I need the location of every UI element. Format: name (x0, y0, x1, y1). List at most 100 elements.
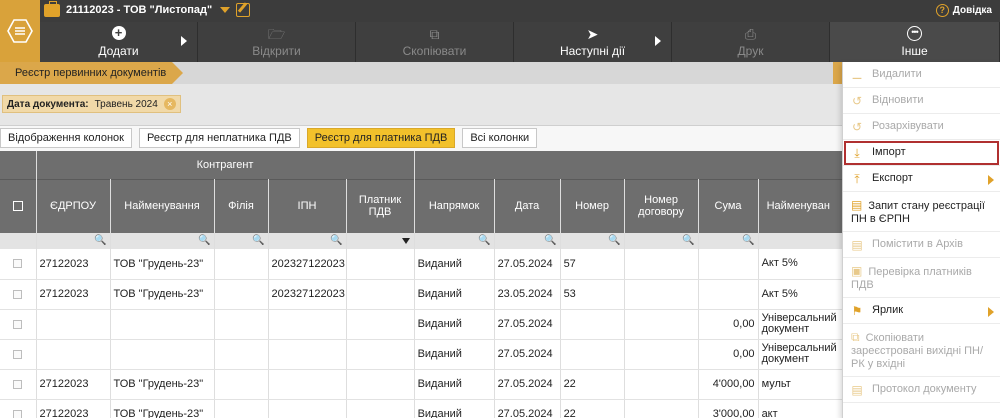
table-cell: 27122023 (36, 399, 111, 418)
view-button-columns[interactable]: Відображення колонок (0, 128, 132, 148)
open-label: Відкрити (252, 44, 301, 58)
col-header[interactable]: Платник ПДВ (346, 178, 415, 233)
table-cell: ТОВ "Грудень-23" (110, 249, 215, 280)
col-header[interactable]: Найменування (110, 178, 215, 233)
table-row[interactable]: 27122023 ТОВ "Грудень-23" Виданий 27.05.202… (0, 399, 843, 418)
menu-item-tag[interactable]: ⚑ Ярлик (843, 298, 1000, 324)
menu-item-check-payers[interactable]: ▣ Перевірка платників ПДВ (843, 258, 1000, 298)
menu-item-delete[interactable]: ⚊ Видалити (843, 62, 1000, 88)
table-group-header: Контрагент (0, 151, 843, 179)
select-all-checkbox[interactable] (0, 178, 37, 233)
search-icon[interactable]: 🔍 (608, 235, 620, 246)
checkbox[interactable] (13, 379, 23, 389)
chevron-right-icon[interactable] (655, 36, 661, 46)
dropdown-icon[interactable] (401, 238, 410, 244)
col-header[interactable]: Найменуван (758, 178, 843, 233)
main-menu-button[interactable] (0, 0, 40, 62)
row-checkbox[interactable] (0, 279, 37, 310)
checkbox[interactable] (13, 319, 23, 329)
table-cell: 22 (560, 369, 625, 400)
chevron-right-icon (988, 175, 994, 185)
unarchive-icon: ↺ (851, 120, 863, 134)
row-checkbox[interactable] (0, 249, 37, 280)
table-row[interactable]: 27122023 ТОВ "Грудень-23" 202327122023 Вида… (0, 279, 843, 310)
menu-item-erpn-request[interactable]: ▤ Запит стану реєстрації ПН в ЄРПН (843, 192, 1000, 232)
import-icon: ⤓ (854, 146, 860, 160)
next-actions-label: Наступні дії (559, 44, 626, 58)
table-cell: 23.05.2024 (494, 279, 561, 310)
row-checkbox[interactable] (0, 399, 37, 418)
menu-item-archive[interactable]: ▤ Помістити в Архів (843, 232, 1000, 258)
table-column-header: ЄДРПОУ Найменування Філія ІПН Платник ПД… (0, 178, 843, 233)
menu-item-unarchive[interactable]: ↺ Розархівувати (843, 114, 1000, 140)
row-checkbox[interactable] (0, 369, 37, 400)
menu-item-restore[interactable]: ↺ Відновити (843, 88, 1000, 114)
table-cell (624, 309, 699, 340)
search-icon[interactable]: 🔍 (478, 235, 490, 246)
checkbox[interactable] (13, 259, 23, 269)
menu-item-protocol[interactable]: ▤ Протокол документу (843, 377, 1000, 403)
print-button[interactable]: ⎙ Друк (672, 22, 830, 62)
restore-icon: ↺ (851, 94, 863, 108)
table-row[interactable]: Виданий 27.05.2024 0,00 Універсальний докум… (0, 309, 843, 340)
edit-icon[interactable] (236, 3, 251, 17)
chevron-right-icon[interactable] (181, 36, 187, 46)
table-cell (346, 399, 415, 418)
search-icon[interactable]: 🔍 (94, 235, 106, 246)
table-cell (346, 279, 415, 310)
col-header[interactable]: ЄДРПОУ (36, 178, 111, 233)
search-icon[interactable]: 🔍 (198, 235, 210, 246)
col-header[interactable]: Напрямок (414, 178, 495, 233)
view-button-all[interactable]: Всі колонки (462, 128, 538, 148)
menu-item-label: Імпорт (872, 146, 906, 158)
table-row[interactable]: 27122023 ТОВ "Грудень-23" 202327122023 Вида… (0, 249, 843, 280)
table-row[interactable]: Виданий 27.05.2024 0,00 Універсальний докум… (0, 339, 843, 370)
date-filter-chip[interactable]: Дата документа: Травень 2024 × (2, 95, 181, 113)
col-header[interactable]: Філія (214, 178, 269, 233)
menu-item-export[interactable]: ⤒ Експорт (843, 166, 1000, 192)
table-cell: Виданий (414, 309, 495, 340)
more-dots-icon: ••• (907, 26, 922, 41)
search-icon[interactable]: 🔍 (742, 235, 754, 246)
registry-tab[interactable]: Реєстр первинних документів (0, 62, 183, 84)
menu-item-label: Видалити (872, 68, 922, 80)
table-cell: 0,00 (698, 309, 759, 340)
menu-item-copy-registered[interactable]: ⧉ Скопіювати зареєстровані вихідні ПН/РК … (843, 324, 1000, 377)
search-icon[interactable]: 🔍 (682, 235, 694, 246)
next-actions-button[interactable]: ➤ Наступні дії (514, 22, 672, 62)
chevron-down-icon[interactable] (220, 7, 231, 13)
export-icon: ⤒ (854, 172, 860, 186)
other-button[interactable]: ••• Інше (830, 22, 1000, 62)
help-link[interactable]: ? Довідка (935, 4, 992, 17)
view-button-non-vat[interactable]: Реєстр для неплатника ПДВ (138, 128, 300, 148)
table-cell: 27122023 (36, 369, 111, 400)
search-icon[interactable]: 🔍 (330, 235, 342, 246)
open-button[interactable]: 🗁 Відкрити (198, 22, 356, 62)
col-header[interactable]: Номер (560, 178, 625, 233)
view-button-vat[interactable]: Реєстр для платника ПДВ (306, 128, 456, 148)
row-checkbox[interactable] (0, 339, 37, 370)
table-row[interactable]: 27122023 ТОВ "Грудень-23" Виданий 27.05.202… (0, 369, 843, 400)
checkbox[interactable] (13, 409, 23, 418)
add-button[interactable]: + Додати (40, 22, 198, 62)
col-header[interactable]: Номер договору (624, 178, 699, 233)
registry-label: Реєстр первинних документів (15, 67, 167, 79)
col-header[interactable]: Дата (494, 178, 561, 233)
clear-filter-icon[interactable]: × (163, 98, 176, 110)
col-header[interactable]: ІПН (268, 178, 347, 233)
menu-item-import[interactable]: ⤓ Імпорт (843, 140, 1000, 166)
row-checkbox[interactable] (0, 309, 37, 340)
checkbox[interactable] (13, 289, 23, 299)
protocol-icon: ▤ (851, 383, 863, 397)
table-cell (346, 369, 415, 400)
checkbox[interactable] (13, 349, 23, 359)
search-icon[interactable]: 🔍 (252, 235, 264, 246)
table-cell: 53 (560, 279, 625, 310)
menu-item-label: Ярлик (872, 304, 904, 316)
company-selector[interactable]: 21112023 - ТОВ "Листопад" (44, 0, 251, 17)
copy-button[interactable]: ⧉ Скопіювати (356, 22, 514, 62)
col-header[interactable]: Сума (698, 178, 759, 233)
search-icon[interactable]: 🔍 (544, 235, 556, 246)
table-cell: 27122023 (36, 249, 111, 280)
briefcase-icon (44, 0, 60, 17)
